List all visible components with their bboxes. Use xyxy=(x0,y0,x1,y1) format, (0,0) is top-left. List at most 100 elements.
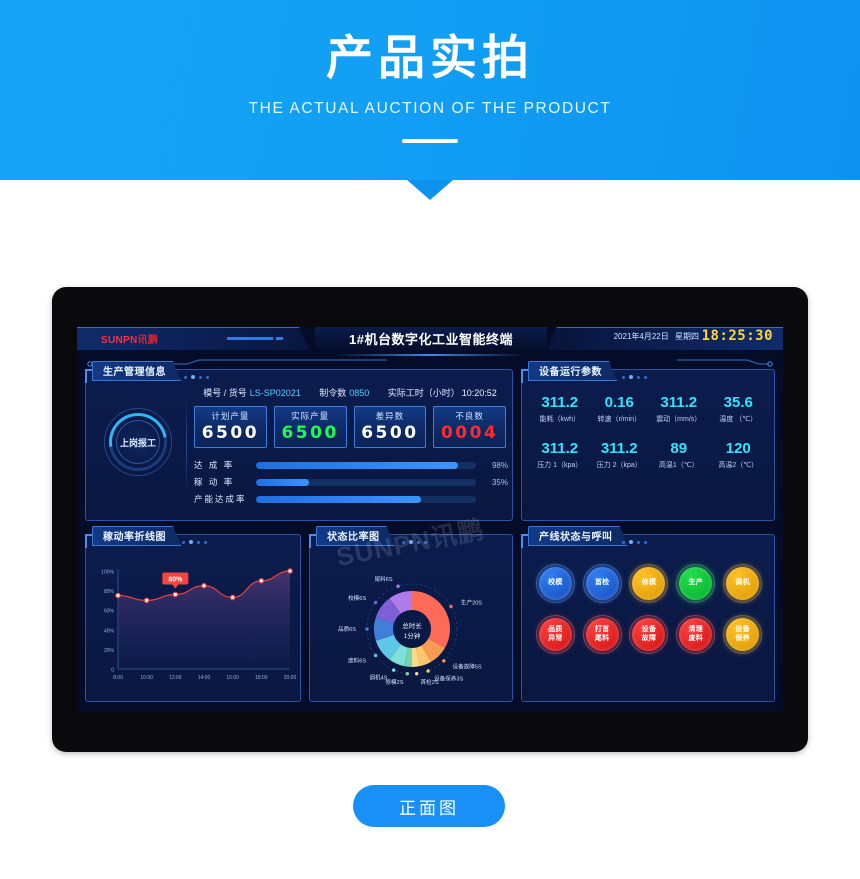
status-button-7[interactable]: 打首 尾料 xyxy=(582,615,622,654)
param-value-high-temp-1: 89 xyxy=(670,440,688,457)
status-ratio-chart-title: 状态比率图 xyxy=(316,526,395,546)
progress-label-achievement: 达 成 率 xyxy=(194,460,235,470)
kpi-value-defect: 0004 xyxy=(440,423,499,443)
header-dash-decor-right xyxy=(227,337,297,340)
status-button-label: 调机 xyxy=(735,579,750,587)
page-title: 产品实拍 xyxy=(326,31,534,84)
param-label-speed: 转速（r/min） xyxy=(597,416,642,423)
equipment-params-title: 设备运行参数 xyxy=(528,361,617,381)
clock-in-label: 上岗报工 xyxy=(119,437,156,448)
progress-fill-utilization xyxy=(256,478,309,486)
header-circuit-line xyxy=(87,359,773,367)
line-status-call-title: 产线状态与呼叫 xyxy=(528,526,628,546)
page-banner: 产品实拍 THE ACTUAL AUCTION OF THE PRODUCT xyxy=(0,0,860,180)
status-button-9[interactable]: 清理 废料 xyxy=(676,615,716,654)
param-value-speed: 0.16 xyxy=(604,394,634,411)
progress-bar-group: 达 成 率 98% 稼 动 率 35% 产能达成率 xyxy=(194,458,508,509)
param-label-pressure-2: 压力 2（kpa） xyxy=(596,462,642,469)
svg-text:80%: 80% xyxy=(104,589,115,595)
status-button-label: 设备 保养 xyxy=(735,626,750,642)
progress-track-utilization xyxy=(256,478,476,486)
production-panel: 生产管理信息 上岗报工 模号 / 货号 LS-SP02021 制令数 0850 实际… xyxy=(85,369,513,521)
status-button-label: 校模 xyxy=(548,579,563,587)
status-button-label: 打首 尾料 xyxy=(594,626,610,642)
param-value-energy: 311.2 xyxy=(541,394,579,411)
status-button-label: 设备 故障 xyxy=(641,626,657,642)
screen-title: 1#机台数字化工业智能终端 xyxy=(315,327,547,352)
header-clock: 18:25:30 xyxy=(701,328,773,344)
svg-text:14:00: 14:00 xyxy=(198,675,211,681)
svg-text:20%: 20% xyxy=(104,648,115,654)
status-button-2[interactable]: 首检 xyxy=(582,564,622,603)
progress-fill-achievement xyxy=(256,461,459,469)
production-panel-title: 生产管理信息 xyxy=(92,361,181,381)
param-value-temperature: 35.6 xyxy=(723,394,753,411)
status-button-label: 生产 xyxy=(688,579,704,587)
kpi-label-plan: 计划产量 xyxy=(211,411,250,421)
status-button-6[interactable]: 品质 异常 xyxy=(535,615,575,654)
param-value-high-temp-2: 120 xyxy=(725,440,751,457)
svg-text:废料6S: 废料6S xyxy=(348,656,366,664)
svg-text:调机4S: 调机4S xyxy=(369,674,387,682)
clock-in-gauge[interactable]: 上岗报工 xyxy=(97,401,179,483)
progress-track-capacity xyxy=(256,495,476,503)
svg-text:40%: 40% xyxy=(104,628,115,634)
svg-text:0: 0 xyxy=(111,668,114,674)
info-value-hours: 10:20:52 xyxy=(461,388,497,398)
kpi-card-actual: 实际产量 6500 xyxy=(273,406,347,448)
status-button-8[interactable]: 设备 故障 xyxy=(629,615,669,654)
panel-dots-decor xyxy=(622,366,651,384)
front-view-button[interactable]: 正面图 xyxy=(353,785,505,827)
param-high-temp-2: 120 高温2（℃） xyxy=(709,440,769,470)
utilization-chart-title: 稼动率折线图 xyxy=(92,526,181,546)
svg-text:80%: 80% xyxy=(168,577,183,584)
progress-label-capacity: 产能达成率 xyxy=(194,494,247,504)
param-label-pressure-1: 压力 1（kpa） xyxy=(537,462,583,469)
device-bezel: SUNPN讯鹏 1#机台数字化工业智能终端 2021年4月22日 星期四 18:… xyxy=(52,287,808,752)
status-button-4[interactable]: 生产 xyxy=(676,564,716,603)
status-button-3[interactable]: 修模 xyxy=(629,564,669,603)
utilization-chart-canvas: 0 20% 40% 60% 80% 100% 8:00 10:00 12:00 14:00 16:0… xyxy=(92,557,296,702)
svg-text:首检2S: 首检2S xyxy=(421,678,439,686)
param-label-temperature: 温度 （℃） xyxy=(719,416,758,423)
svg-text:生产20S: 生产20S xyxy=(461,599,482,607)
svg-text:1分钟: 1分钟 xyxy=(404,631,421,640)
svg-text:18:00: 18:00 xyxy=(255,675,268,681)
info-item-order: 制令数 0850 xyxy=(319,386,369,399)
status-button-1[interactable]: 校模 xyxy=(535,564,575,603)
info-value-order: 0850 xyxy=(349,388,370,398)
kpi-card-diff: 差异数 6500 xyxy=(353,406,427,448)
progress-label-utilization: 稼 动 率 xyxy=(194,477,235,487)
svg-text:校模6S: 校模6S xyxy=(348,594,366,602)
param-value-pressure-1: 311.2 xyxy=(541,440,579,457)
equipment-params-panel: 设备运行参数 311.2 能耗（kwh） 0.16 转速（r/min） 311.… xyxy=(521,369,775,521)
panel-dots-decor xyxy=(402,531,431,549)
brand-logo: SUNPN讯鹏 xyxy=(101,331,158,346)
progress-pct-achievement: 98% xyxy=(491,460,508,470)
page-subtitle: THE ACTUAL AUCTION OF THE PRODUCT xyxy=(248,100,612,118)
progress-pct-utilization: 35% xyxy=(491,477,508,487)
svg-text:总时长: 总时长 xyxy=(402,621,422,630)
kpi-label-defect: 不良数 xyxy=(455,411,484,421)
status-ratio-chart-panel: 状态比率图 生产20S 设备故障5S 设备保养3S 首检2S 修模2S 调机4S 废料6S 品… xyxy=(309,534,513,702)
status-button-5[interactable]: 调机 xyxy=(723,564,763,603)
brand-logo-cn: 讯鹏 xyxy=(137,335,159,346)
info-label-hours: 实际工时（小时） xyxy=(387,388,460,398)
kpi-value-actual: 6500 xyxy=(281,423,339,443)
progress-track-achievement xyxy=(256,461,476,469)
svg-text:10:00: 10:00 xyxy=(140,675,153,681)
status-button-label: 清理 废料 xyxy=(688,626,704,642)
param-energy: 311.2 能耗（kwh） xyxy=(530,394,590,424)
param-temperature: 35.6 温度 （℃） xyxy=(709,394,769,424)
status-button-10[interactable]: 设备 保养 xyxy=(723,615,763,654)
equipment-params-grid: 311.2 能耗（kwh） 0.16 转速（r/min） 311.2 震动（mm… xyxy=(530,394,768,470)
param-label-energy: 能耗（kwh） xyxy=(539,416,580,423)
svg-text:8:00: 8:00 xyxy=(113,675,123,681)
weekday-text: 星期四 xyxy=(675,332,699,341)
line-status-call-panel: 产线状态与呼叫 校模 首检 修模 生产 调机 品质 异常 打首 尾料 设备 故障 清理 废料 设备 保养 xyxy=(521,534,775,702)
info-label-mold: 模号 / 货号 xyxy=(203,388,247,398)
panel-dots-decor xyxy=(184,366,213,384)
kpi-label-diff: 差异数 xyxy=(375,411,405,421)
info-label-order: 制令数 xyxy=(319,388,347,398)
svg-text:100%: 100% xyxy=(101,570,114,576)
